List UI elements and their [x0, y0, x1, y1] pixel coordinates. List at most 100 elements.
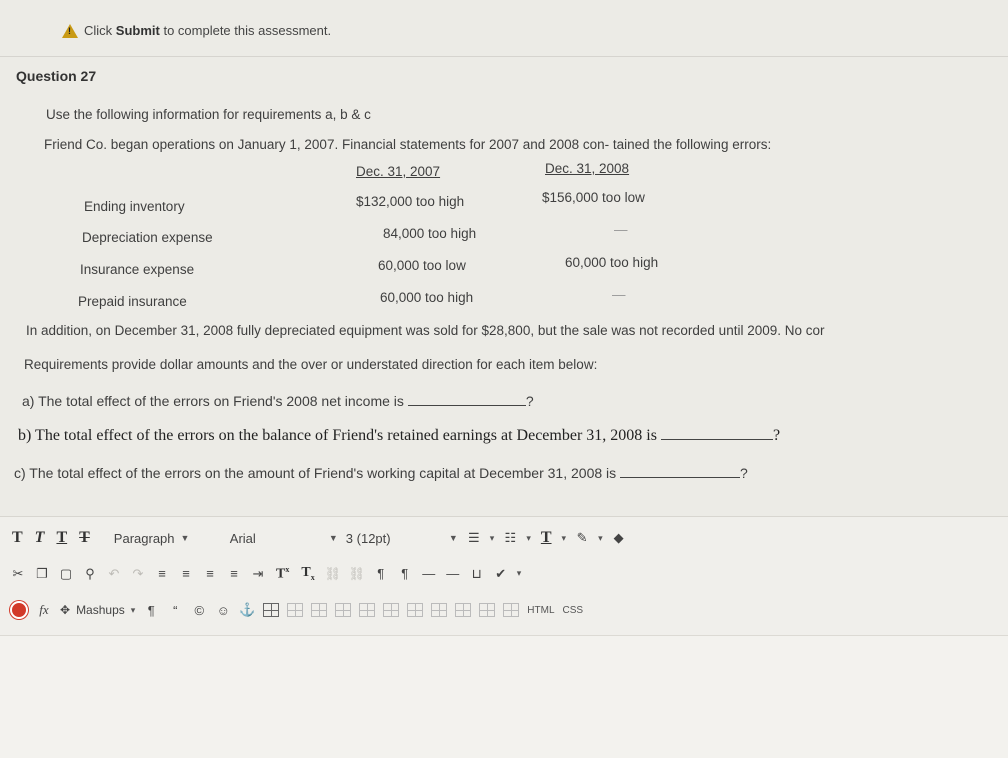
- chevron-down-icon: ▾: [130, 604, 136, 615]
- requirements-text: Requirements provide dollar amounts and …: [24, 357, 598, 372]
- table-border-icon[interactable]: [503, 603, 520, 617]
- assessment-notice: ! Click Submit to complete this assessme…: [62, 23, 331, 38]
- find-icon[interactable]: ⚲: [82, 566, 98, 582]
- chevron-down-icon[interactable]: ▾: [562, 533, 567, 544]
- row-2007-value: 60,000 too high: [380, 290, 474, 305]
- bullet-list-icon[interactable]: ☰: [466, 530, 482, 546]
- requirement-a-text: a) The total effect of the errors on Fri…: [22, 393, 404, 409]
- table-delete-icon[interactable]: [407, 603, 424, 617]
- table-props-icon[interactable]: [431, 603, 448, 617]
- redo-icon[interactable]: ↷: [130, 566, 146, 582]
- anchor-icon[interactable]: ⚓: [239, 602, 255, 618]
- row-2008-value: —: [612, 287, 626, 302]
- align-left-icon[interactable]: ≡: [154, 566, 170, 582]
- align-center-icon[interactable]: ≡: [178, 566, 194, 582]
- table-column-icon[interactable]: [311, 603, 328, 617]
- question-context: Friend Co. began operations on January 1…: [44, 137, 772, 152]
- italic-button[interactable]: T: [33, 529, 47, 547]
- font-value: Arial: [229, 530, 256, 546]
- size-value: 3 (12pt): [345, 530, 391, 546]
- answer-blank-b: [660, 427, 773, 440]
- highlight-pen-icon[interactable]: ✎: [574, 530, 590, 546]
- row-label: Ending inventory: [84, 199, 185, 214]
- font-select[interactable]: Arial ▼: [230, 531, 338, 546]
- row-label: Insurance expense: [80, 262, 195, 277]
- emoticon-icon[interactable]: ☺: [215, 602, 231, 618]
- chevron-down-icon: ▼: [328, 533, 338, 543]
- requirement-b-text: b) The total effect of the errors on the…: [18, 427, 657, 444]
- text-color-icon[interactable]: T: [539, 529, 554, 547]
- undo-icon[interactable]: ↶: [106, 566, 122, 582]
- spellcheck-icon[interactable]: ✔: [493, 566, 509, 582]
- row-2007-value: $132,000 too high: [356, 194, 465, 209]
- requirement-c: c) The total effect of the errors on the…: [14, 465, 748, 481]
- requirement-c-text: c) The total effect of the errors on the…: [14, 465, 617, 481]
- toolbar-row-1: T T T T Paragraph ▼ Arial ▼ 3 (12pt) ▼ ☰ ▾ ☷…: [10, 529, 627, 547]
- toolbar-row-3: fx ✥ Mashups ▾ ¶ “ © ☺ ⚓ HTML CSS: [10, 601, 583, 619]
- copy-icon[interactable]: ❐: [34, 566, 50, 582]
- question-title: Question 27: [16, 68, 97, 84]
- nonbreaking-space-icon[interactable]: ⊔: [469, 566, 485, 582]
- table-row-props-icon[interactable]: [455, 603, 472, 617]
- row-label: Depreciation expense: [82, 230, 213, 245]
- row-2008-value: —: [614, 222, 628, 237]
- format-select[interactable]: Paragraph ▼: [114, 531, 222, 546]
- chevron-down-icon[interactable]: ▾: [526, 533, 531, 544]
- paste-icon[interactable]: ▢: [58, 566, 74, 582]
- underline-button[interactable]: T: [54, 529, 69, 547]
- col-header-2008: Dec. 31, 2008: [545, 161, 630, 176]
- blockquote-icon[interactable]: “: [167, 602, 183, 618]
- chevron-down-icon[interactable]: ▾: [598, 533, 603, 544]
- mashups-label: Mashups: [76, 603, 125, 617]
- row-label: Prepaid insurance: [78, 294, 187, 309]
- align-justify-icon[interactable]: ≡: [226, 566, 242, 582]
- question-intro: Use the following information for requir…: [46, 107, 371, 122]
- css-button[interactable]: CSS: [563, 605, 584, 616]
- chevron-down-icon: ▼: [448, 533, 458, 543]
- cut-icon[interactable]: ✂: [10, 566, 26, 582]
- subscript-icon[interactable]: Tx: [299, 565, 316, 582]
- superscript-icon[interactable]: Tx: [274, 565, 291, 583]
- strikethrough-button[interactable]: T: [77, 529, 92, 547]
- row-2007-value: 84,000 too high: [383, 226, 477, 241]
- toolbar-row-2: ✂ ❐ ▢ ⚲ ↶ ↷ ≡ ≡ ≡ ≡ ⇥ Tx Tx ⛓ ⛓ ¶ ¶ — — …: [10, 565, 522, 583]
- table-row-icon[interactable]: [287, 603, 304, 617]
- question-mark: ?: [525, 393, 534, 409]
- eraser-icon[interactable]: ◆: [611, 530, 627, 546]
- chevron-down-icon[interactable]: ▾: [517, 568, 522, 579]
- table-split-icon[interactable]: [383, 603, 400, 617]
- copyright-icon[interactable]: ©: [191, 602, 207, 618]
- row-2008-value: 60,000 too high: [565, 255, 659, 270]
- insert-table-icon[interactable]: [263, 603, 280, 617]
- answer-text-area[interactable]: [0, 635, 1008, 758]
- format-value: Paragraph: [113, 530, 175, 546]
- align-right-icon[interactable]: ≡: [202, 566, 218, 582]
- divider: [0, 56, 1008, 57]
- chevron-down-icon[interactable]: ▾: [490, 533, 495, 544]
- numbered-list-icon[interactable]: ☷: [502, 530, 518, 546]
- horizontal-rule-icon[interactable]: —: [421, 566, 437, 582]
- requirement-a: a) The total effect of the errors on Fri…: [22, 393, 534, 409]
- table-cell-props-icon[interactable]: [479, 603, 496, 617]
- line-break-icon[interactable]: —: [445, 566, 461, 582]
- size-select[interactable]: 3 (12pt) ▼: [346, 531, 458, 546]
- unlink-icon[interactable]: ⛓: [348, 566, 365, 582]
- ltr-icon[interactable]: ¶: [373, 566, 389, 582]
- row-2007-value: 60,000 too low: [378, 258, 466, 273]
- formula-icon[interactable]: fx: [36, 602, 52, 618]
- paragraph-mark-icon[interactable]: ¶: [143, 602, 159, 618]
- bold-button[interactable]: T: [10, 529, 25, 547]
- link-icon[interactable]: ⛓: [324, 566, 341, 582]
- html-button[interactable]: HTML: [527, 605, 554, 616]
- record-icon[interactable]: [10, 601, 28, 619]
- rich-text-editor: T T T T Paragraph ▼ Arial ▼ 3 (12pt) ▼ ☰ ▾ ☷…: [0, 516, 1008, 758]
- mashups-menu[interactable]: ✥ Mashups ▾: [60, 603, 135, 617]
- rtl-icon[interactable]: ¶: [397, 566, 413, 582]
- question-mark: ?: [772, 427, 781, 444]
- indent-icon[interactable]: ⇥: [250, 566, 266, 582]
- col-header-2007: Dec. 31, 2007: [356, 164, 441, 179]
- answer-blank-a: [407, 393, 526, 406]
- notice-text: Click Submit to complete this assessment…: [84, 23, 332, 38]
- table-cell-icon[interactable]: [335, 603, 352, 617]
- table-merge-icon[interactable]: [359, 603, 376, 617]
